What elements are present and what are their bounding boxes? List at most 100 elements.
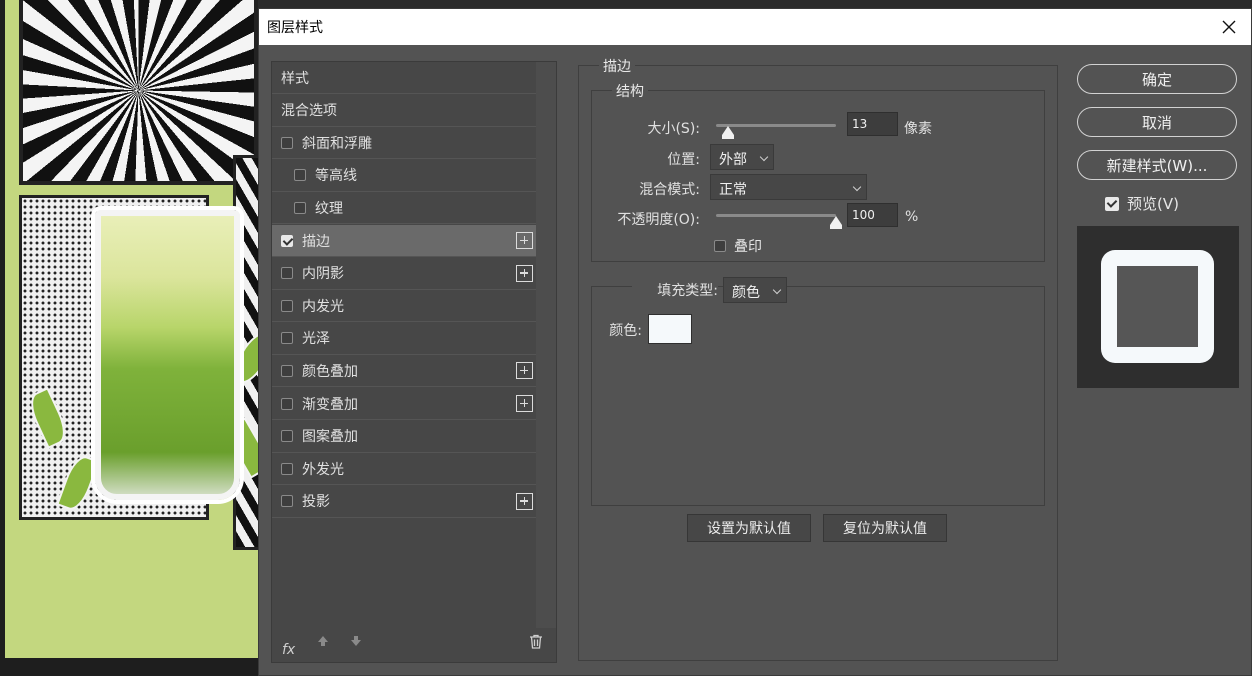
style-item-checkbox[interactable]: [294, 169, 306, 182]
size-label: 大小(S):: [647, 121, 700, 137]
add-effect-plus-icon[interactable]: [516, 362, 533, 380]
overprint-checkbox[interactable]: [714, 240, 726, 252]
fill-group: 填充类型: 颜色 颜色:: [591, 277, 1045, 506]
structure-title: 结构: [612, 81, 648, 101]
matcha-drink-image: [95, 210, 240, 500]
style-item-checkbox[interactable]: [281, 267, 293, 280]
style-item-label: 等高线: [315, 168, 357, 185]
color-label: 颜色:: [609, 323, 642, 339]
close-icon: [1222, 20, 1236, 34]
style-item[interactable]: 斜面和浮雕: [272, 127, 536, 160]
style-item-label: 混合选项: [281, 103, 337, 120]
size-unit: 像素: [904, 121, 932, 137]
style-item-checkbox[interactable]: [281, 299, 293, 312]
overprint-option[interactable]: 叠印: [714, 236, 762, 256]
add-effect-plus-icon[interactable]: [516, 264, 533, 282]
style-item-checkbox[interactable]: [294, 201, 306, 214]
close-button[interactable]: [1215, 13, 1243, 41]
style-item[interactable]: 颜色叠加: [272, 355, 536, 388]
trash-icon: [530, 634, 542, 649]
canvas-artwork: [5, 0, 258, 658]
style-item-label: 内阴影: [302, 266, 344, 283]
cancel-button[interactable]: 取消: [1077, 107, 1237, 137]
delete-effect-button[interactable]: [529, 634, 543, 653]
preview-checkbox[interactable]: [1105, 196, 1119, 211]
blend-mode-dropdown[interactable]: 正常: [710, 174, 867, 200]
chevron-down-icon: [759, 152, 769, 162]
style-item-label: 投影: [302, 494, 330, 511]
opacity-label: 不透明度(O):: [617, 212, 700, 228]
style-item-checkbox[interactable]: [281, 462, 293, 475]
style-item-checkbox[interactable]: [281, 495, 293, 508]
style-item-checkbox[interactable]: [281, 332, 293, 345]
preview-label: 预览(V): [1127, 195, 1179, 213]
opacity-unit: %: [905, 209, 919, 225]
size-slider-track[interactable]: [716, 124, 836, 127]
style-list-scrollbar[interactable]: [536, 62, 556, 628]
stroke-section-title: 描边: [599, 56, 635, 76]
overprint-label: 叠印: [734, 239, 762, 255]
size-slider-thumb[interactable]: [722, 126, 734, 139]
make-default-button[interactable]: 设置为默认值: [687, 514, 811, 542]
new-style-button[interactable]: 新建样式(W)...: [1077, 150, 1237, 180]
add-effect-plus-icon[interactable]: [516, 395, 533, 412]
preview-option[interactable]: 预览(V): [1105, 193, 1179, 214]
opacity-slider-track[interactable]: [716, 214, 836, 217]
arrow-down-icon: [351, 636, 361, 646]
style-item[interactable]: 内阴影: [272, 258, 536, 290]
style-list: 样式混合选项斜面和浮雕等高线纹理描边内阴影内发光光泽颜色叠加渐变叠加图案叠加外发…: [271, 61, 557, 663]
fill-type-label: 填充类型:: [632, 280, 718, 300]
ok-button[interactable]: 确定: [1077, 64, 1237, 94]
style-item[interactable]: 等高线: [272, 160, 536, 192]
arrow-up-icon: [318, 636, 328, 646]
style-item-checkbox[interactable]: [281, 364, 293, 377]
move-up-button[interactable]: [316, 634, 330, 652]
fx-icon: fx: [282, 642, 296, 658]
reset-default-button[interactable]: 复位为默认值: [823, 514, 947, 542]
dialog-title: 图层样式: [267, 20, 323, 36]
style-item-label: 样式: [281, 70, 309, 87]
style-item-label: 光泽: [302, 331, 330, 348]
size-input[interactable]: 13: [847, 112, 898, 136]
fill-type-dropdown[interactable]: 颜色: [723, 277, 787, 303]
style-list-footer: fx: [272, 626, 556, 662]
position-dropdown[interactable]: 外部: [710, 144, 774, 170]
style-item-checkbox[interactable]: [281, 430, 293, 443]
style-item-label: 渐变叠加: [302, 396, 358, 413]
opacity-slider-thumb[interactable]: [830, 216, 842, 229]
style-item-label: 图案叠加: [302, 429, 358, 446]
style-item-label: 内发光: [302, 298, 344, 315]
style-item[interactable]: 混合选项: [272, 95, 536, 127]
dialog-titlebar[interactable]: 图层样式: [259, 9, 1251, 45]
style-item[interactable]: 投影: [272, 486, 536, 518]
preview-fill-shape: [1117, 266, 1198, 347]
style-item-checkbox[interactable]: [281, 234, 293, 247]
move-down-button[interactable]: [349, 634, 363, 652]
stroke-settings-panel: 描边 结构 大小(S): 13 像素 位置: 外部 混合模式: 正常 不透明度(…: [578, 56, 1058, 661]
style-preview-thumbnail: [1077, 226, 1239, 388]
add-effect-plus-icon[interactable]: [516, 492, 533, 510]
position-label: 位置:: [667, 152, 700, 168]
style-item-checkbox[interactable]: [281, 397, 293, 410]
style-item-label: 外发光: [302, 461, 344, 478]
color-swatch[interactable]: [648, 314, 692, 344]
position-value: 外部: [719, 152, 747, 168]
style-item[interactable]: 纹理: [272, 192, 536, 225]
style-item[interactable]: 描边: [272, 225, 536, 257]
chevron-down-icon: [852, 182, 862, 192]
style-item-label: 斜面和浮雕: [302, 135, 372, 152]
add-effect-plus-icon[interactable]: [516, 232, 533, 249]
opacity-input[interactable]: 100: [847, 203, 898, 227]
style-item[interactable]: 外发光: [272, 453, 536, 486]
style-item[interactable]: 光泽: [272, 323, 536, 355]
style-item[interactable]: 渐变叠加: [272, 388, 536, 420]
chevron-down-icon: [772, 285, 782, 295]
style-item-checkbox[interactable]: [281, 136, 293, 149]
style-item[interactable]: 图案叠加: [272, 421, 536, 453]
blend-mode-label: 混合模式:: [639, 182, 700, 198]
style-item[interactable]: 样式: [272, 62, 536, 94]
style-item-label: 描边: [302, 233, 330, 250]
style-item[interactable]: 内发光: [272, 290, 536, 323]
style-item-label: 纹理: [315, 200, 343, 217]
comic-panel-rays: [19, 0, 258, 185]
